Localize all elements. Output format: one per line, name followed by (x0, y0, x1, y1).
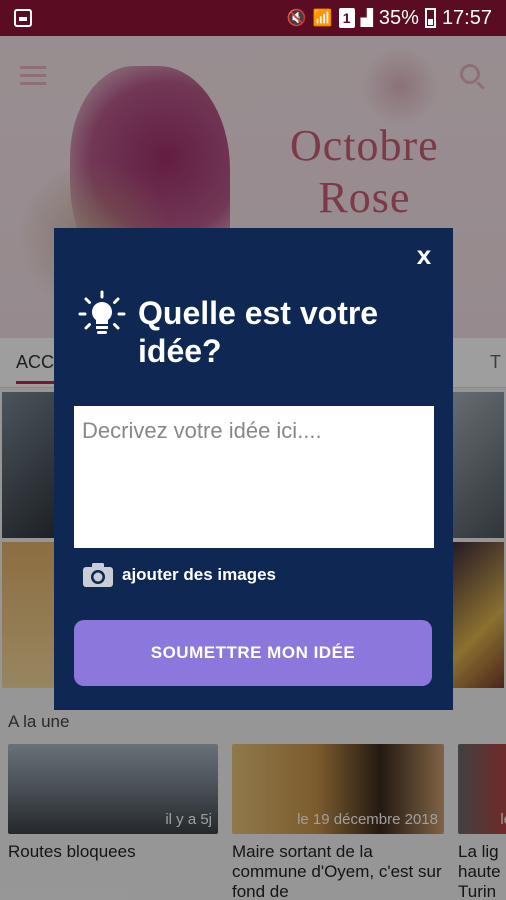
lightbulb-icon (78, 290, 126, 334)
app-screen: 🔇 📶 1 ▟ 35% 17:57 Octobre Rose ACC S T (0, 0, 506, 900)
mute-icon: 🔇 (286, 10, 307, 27)
battery-percent: 35% (378, 6, 419, 29)
sim-icon: 1 (338, 8, 355, 28)
idea-input[interactable] (74, 406, 434, 548)
dialog-title: Quelle est votre idée? (138, 295, 379, 369)
signal-icon: ▟ (360, 10, 373, 27)
battery-icon (424, 8, 436, 28)
submit-idea-button[interactable]: SOUMETTRE MON IDÉE (74, 620, 432, 686)
status-bar: 🔇 📶 1 ▟ 35% 17:57 (0, 0, 506, 36)
camera-icon (83, 563, 113, 587)
idea-dialog: x Quelle est votre idée? Decrivez votre … (54, 228, 453, 710)
add-images-button[interactable]: ajouter des images (82, 562, 276, 588)
status-right: 🔇 📶 1 ▟ 35% 17:57 (287, 7, 492, 30)
clock: 17:57 (441, 6, 492, 29)
gallery-icon (14, 9, 32, 27)
close-button[interactable]: x (407, 238, 441, 272)
add-images-label: ajouter des images (122, 565, 277, 584)
wifi-icon: 📶 (312, 10, 333, 27)
